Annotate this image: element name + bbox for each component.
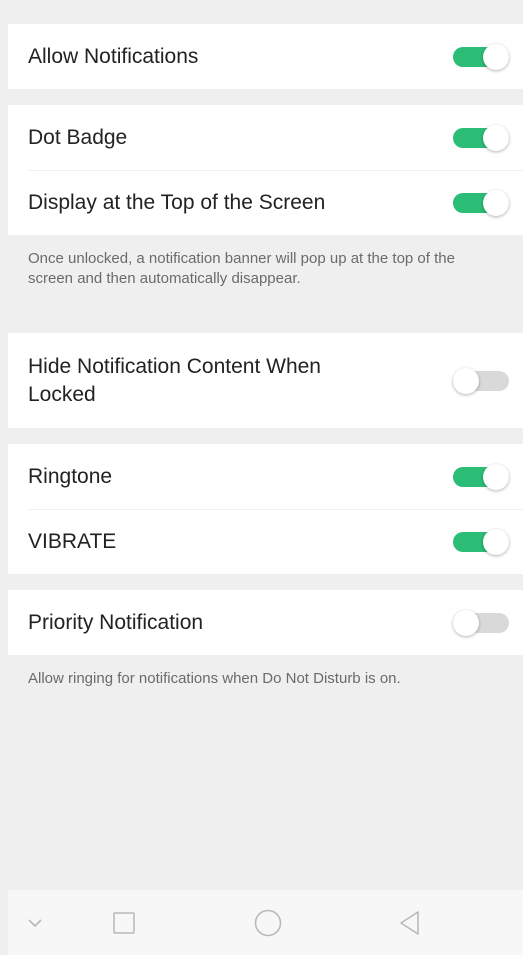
dot-badge-toggle[interactable] (453, 124, 509, 151)
badge-display-group: Dot Badge Display at the Top of the Scre… (8, 105, 523, 235)
display-top-row[interactable]: Display at the Top of the Screen (8, 170, 523, 235)
chevron-down-icon[interactable] (27, 918, 43, 928)
toggle-knob (483, 463, 509, 490)
allow-notifications-row[interactable]: Allow Notifications (8, 24, 523, 89)
priority-group: Priority Notification (8, 590, 523, 655)
ringtone-label: Ringtone (28, 464, 113, 488)
allow-notifications-group: Allow Notifications (8, 24, 523, 89)
dot-badge-label: Dot Badge (28, 125, 128, 149)
toggle-knob (453, 609, 479, 636)
sound-group: Ringtone VIBRATE (8, 444, 523, 574)
hide-content-label: Hide Notification Content When Locked (28, 354, 321, 406)
circle-icon[interactable] (253, 908, 283, 938)
priority-label: Priority Notification (28, 610, 204, 634)
display-top-toggle[interactable] (453, 189, 509, 216)
section-gap (8, 89, 523, 105)
priority-row[interactable]: Priority Notification (8, 590, 523, 655)
section-gap (8, 428, 523, 444)
square-icon[interactable] (112, 911, 136, 935)
hide-content-group: Hide Notification Content When Locked (8, 333, 523, 428)
toggle-knob (453, 367, 479, 394)
priority-description: Allow ringing for notifications when Do … (28, 670, 401, 687)
display-top-description: Once unlocked, a notification banner wil… (28, 250, 455, 287)
vibrate-row[interactable]: VIBRATE (8, 509, 523, 574)
hide-content-row[interactable]: Hide Notification Content When Locked (8, 333, 523, 428)
dot-badge-row[interactable]: Dot Badge (8, 105, 523, 170)
priority-toggle[interactable] (453, 609, 509, 636)
toggle-knob (483, 528, 509, 555)
vibrate-label: VIBRATE (28, 529, 117, 553)
triangle-back-icon[interactable] (398, 910, 422, 936)
display-top-label: Display at the Top of the Screen (28, 190, 326, 214)
notification-settings-screen: Allow Notifications Dot Badge Display at… (8, 8, 523, 955)
ringtone-row[interactable]: Ringtone (8, 444, 523, 509)
toggle-knob (483, 189, 509, 216)
navigation-bar (8, 890, 523, 955)
allow-notifications-label: Allow Notifications (28, 44, 199, 68)
hide-content-toggle[interactable] (453, 367, 509, 394)
allow-notifications-toggle[interactable] (453, 43, 509, 70)
section-gap (8, 8, 523, 24)
toggle-knob (483, 124, 509, 151)
ringtone-toggle[interactable] (453, 463, 509, 490)
vibrate-toggle[interactable] (453, 528, 509, 555)
toggle-knob (483, 43, 509, 70)
section-gap (8, 574, 523, 590)
